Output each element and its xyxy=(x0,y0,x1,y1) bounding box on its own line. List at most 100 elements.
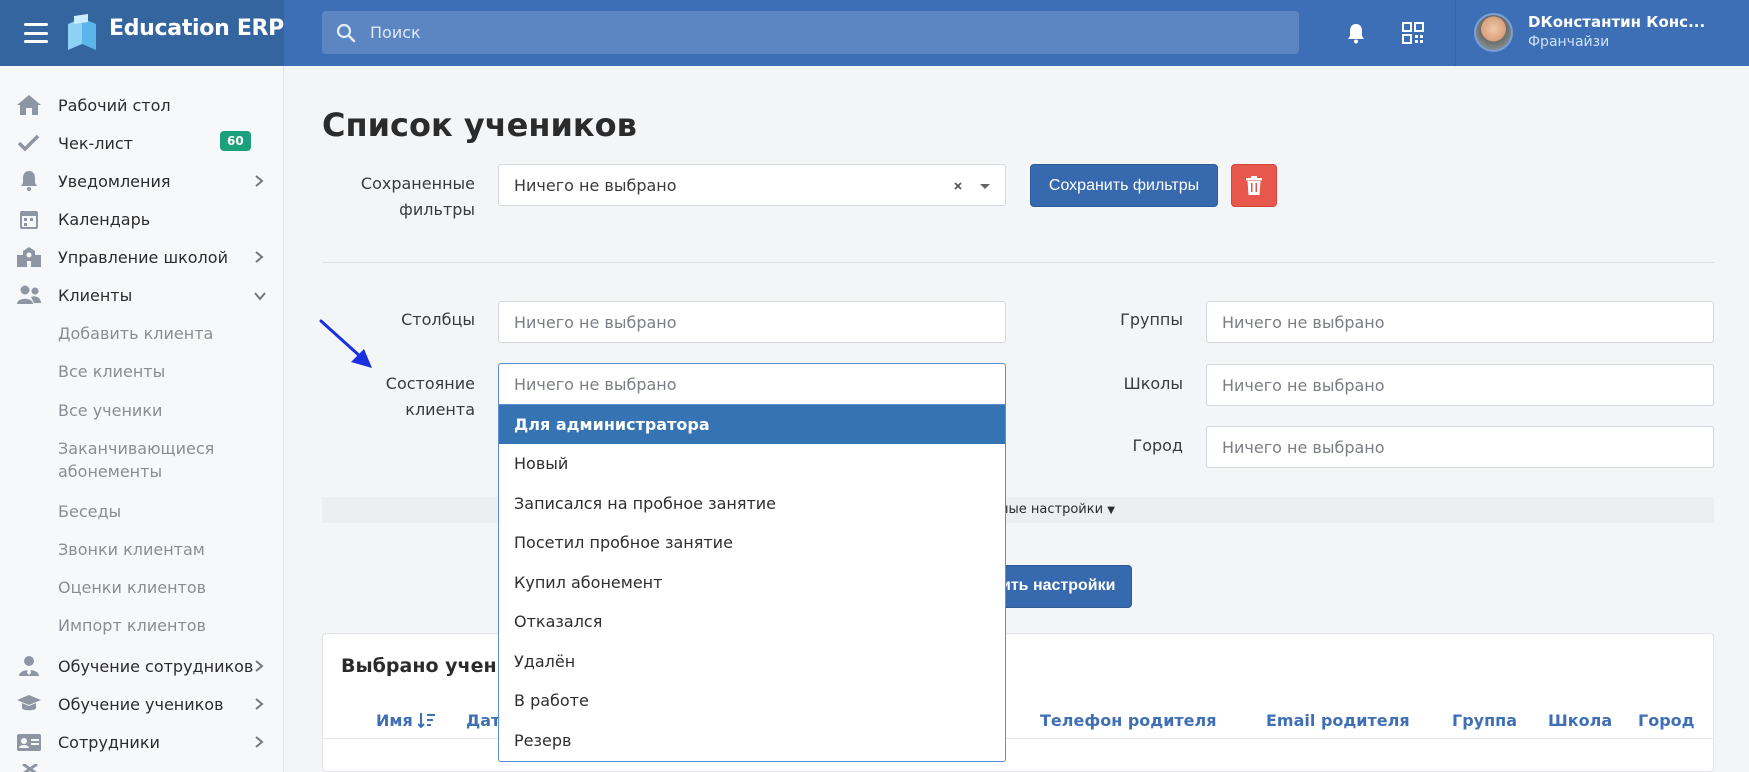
user-role: Франчайзи xyxy=(1528,34,1610,50)
sidebar-item-label: Сотрудники xyxy=(58,732,160,752)
sidebar-item-employees[interactable]: Сотрудники xyxy=(0,724,284,760)
schools-select[interactable]: Ничего не выбрано xyxy=(1206,364,1714,406)
dropdown-option-refused[interactable]: Отказался xyxy=(499,602,1005,641)
city-value: Ничего не выбрано xyxy=(1222,438,1385,457)
bell-icon[interactable] xyxy=(1344,21,1368,45)
city-select[interactable]: Ничего не выбрано xyxy=(1206,426,1714,468)
sidebar: Рабочий стол Чек-лист 60 Уведомления Кал… xyxy=(0,66,284,772)
qr-code-icon[interactable] xyxy=(1401,21,1425,45)
sidebar-item-label: Обучение учеников xyxy=(58,694,224,714)
extra-settings-label: ные настройки xyxy=(1000,502,1104,517)
saved-filters-label-line-2: фильтры xyxy=(399,200,475,219)
graduation-cap-icon xyxy=(17,695,41,711)
sidebar-subitem-all-clients[interactable]: Все клиенты xyxy=(58,360,165,383)
sidebar-item-label: Клиенты xyxy=(58,285,133,305)
app-name[interactable]: Education ERP xyxy=(109,16,284,41)
avatar[interactable] xyxy=(1474,13,1513,52)
bell-icon xyxy=(21,171,37,191)
top-bar: Education ERP DКонстантин Конс... Франча… xyxy=(0,0,1749,66)
dropdown-option-deleted[interactable]: Удалён xyxy=(499,642,1005,681)
extra-settings-toggle[interactable]: ные настройки ▼ xyxy=(1000,502,1115,517)
sidebar-item-label: Уведомления xyxy=(58,171,171,191)
arrow-annotation-icon xyxy=(319,319,372,368)
user-name: DКонстантин Конс... xyxy=(1528,13,1706,31)
columns-select[interactable]: Ничего не выбрано xyxy=(498,301,1006,343)
groups-select[interactable]: Ничего не выбрано xyxy=(1206,301,1714,343)
sidebar-item-student-training[interactable]: Обучение учеников xyxy=(0,686,284,722)
sidebar-subitem-import-clients[interactable]: Импорт клиентов xyxy=(58,614,206,637)
saved-filters-label: Сохраненные фильтры xyxy=(330,171,475,223)
sidebar-item-label: Управление школой xyxy=(58,247,228,267)
count-badge: 60 xyxy=(220,131,251,151)
dropdown-option-bought-subscription[interactable]: Купил абонемент xyxy=(499,563,1005,602)
sidebar-subitem-add-client[interactable]: Добавить клиента xyxy=(58,322,213,345)
dropdown-option-trial-attended[interactable]: Посетил пробное занятие xyxy=(499,523,1005,562)
column-header-label: Имя xyxy=(376,711,413,730)
user-menu[interactable]: DКонстантин Конс... Франчайзи xyxy=(1455,0,1749,66)
calendar-icon xyxy=(20,211,38,229)
column-header-city[interactable]: Город xyxy=(1638,711,1695,730)
brand-area: Education ERP xyxy=(0,0,284,66)
dropdown-option-new[interactable]: Новый xyxy=(499,444,1005,483)
column-header-parent-email[interactable]: Email родителя xyxy=(1266,711,1410,730)
sidebar-item-calendar[interactable]: Календарь xyxy=(0,201,284,237)
search-input[interactable] xyxy=(370,11,1270,54)
delete-filter-button[interactable] xyxy=(1231,164,1277,207)
dropdown-option-reserve[interactable]: Резерв xyxy=(499,721,1005,760)
chevron-right-icon xyxy=(255,251,264,263)
sidebar-item-label: Чек-лист xyxy=(58,133,133,153)
sidebar-subitem-all-students[interactable]: Все ученики xyxy=(58,399,162,422)
client-state-dropdown: Для администратора Новый Записался на пр… xyxy=(498,405,1006,762)
saved-filters-select[interactable]: Ничего не выбрано xyxy=(498,164,1006,206)
column-header-group[interactable]: Группа xyxy=(1452,711,1517,730)
column-header-parent-phone[interactable]: Телефон родителя xyxy=(1040,711,1217,730)
client-state-search[interactable]: Ничего не выбрано xyxy=(514,375,677,394)
client-state-label: Состояние клиента xyxy=(385,374,475,419)
sidebar-item-dashboard[interactable]: Рабочий стол xyxy=(0,87,284,123)
groups-label: Группы xyxy=(1120,310,1183,329)
schools-label: Школы xyxy=(1123,374,1183,393)
trash-icon xyxy=(1246,176,1262,195)
dropdown-option-admin[interactable]: Для администратора xyxy=(499,405,1005,444)
sidebar-subitem-client-calls[interactable]: Звонки клиентам xyxy=(58,538,205,561)
sidebar-item-checklist[interactable]: Чек-лист 60 xyxy=(0,125,284,161)
apply-settings-label: ить настройки xyxy=(1001,577,1116,594)
sidebar-subitem-client-ratings[interactable]: Оценки клиентов xyxy=(58,576,206,599)
menu-toggle-icon[interactable] xyxy=(24,23,48,43)
sidebar-item-clients[interactable]: Клиенты xyxy=(0,277,284,313)
search-icon xyxy=(336,23,356,43)
search-bar[interactable] xyxy=(322,11,1299,54)
sidebar-item-label: Рабочий стол xyxy=(58,95,171,115)
columns-value: Ничего не выбрано xyxy=(514,313,677,332)
clear-icon[interactable] xyxy=(953,181,963,191)
sidebar-subitem-expiring-subscriptions[interactable]: Заканчивающиеся абонементы xyxy=(58,437,258,483)
column-header-school[interactable]: Школа xyxy=(1548,711,1612,730)
id-card-icon xyxy=(17,734,41,751)
chevron-right-icon xyxy=(255,175,264,187)
groups-value: Ничего не выбрано xyxy=(1222,313,1385,332)
home-icon xyxy=(17,95,41,115)
sidebar-item-notifications[interactable]: Уведомления xyxy=(0,163,284,199)
dropdown-option-trial-booked[interactable]: Записался на пробное занятие xyxy=(499,484,1005,523)
chevron-right-icon xyxy=(255,660,264,672)
chevron-right-icon xyxy=(255,736,264,748)
divider xyxy=(322,262,1714,263)
schools-value: Ничего не выбрано xyxy=(1222,376,1385,395)
client-state-select[interactable]: Ничего не выбрано xyxy=(498,363,1006,405)
column-header-name[interactable]: Имя xyxy=(376,711,436,730)
page-title: Список учеников xyxy=(322,106,637,144)
caret-down-icon: ▼ xyxy=(1107,505,1115,516)
sidebar-item-staff-training[interactable]: Обучение сотрудников xyxy=(0,648,284,684)
sidebar-item-label: Обучение сотрудников xyxy=(58,656,254,676)
sidebar-subitem-conversations[interactable]: Беседы xyxy=(58,500,121,523)
save-filters-button[interactable]: Сохранить фильтры xyxy=(1030,164,1218,207)
tools-icon xyxy=(22,764,38,772)
chevron-down-icon xyxy=(254,292,266,301)
check-icon xyxy=(17,134,40,152)
dropdown-option-in-progress[interactable]: В работе xyxy=(499,681,1005,720)
school-icon xyxy=(17,247,41,267)
saved-filters-label-line-1: Сохраненные xyxy=(360,174,475,193)
saved-filters-value: Ничего не выбрано xyxy=(514,176,677,195)
sidebar-item-school-management[interactable]: Управление школой xyxy=(0,239,284,275)
caret-down-icon xyxy=(980,184,990,189)
